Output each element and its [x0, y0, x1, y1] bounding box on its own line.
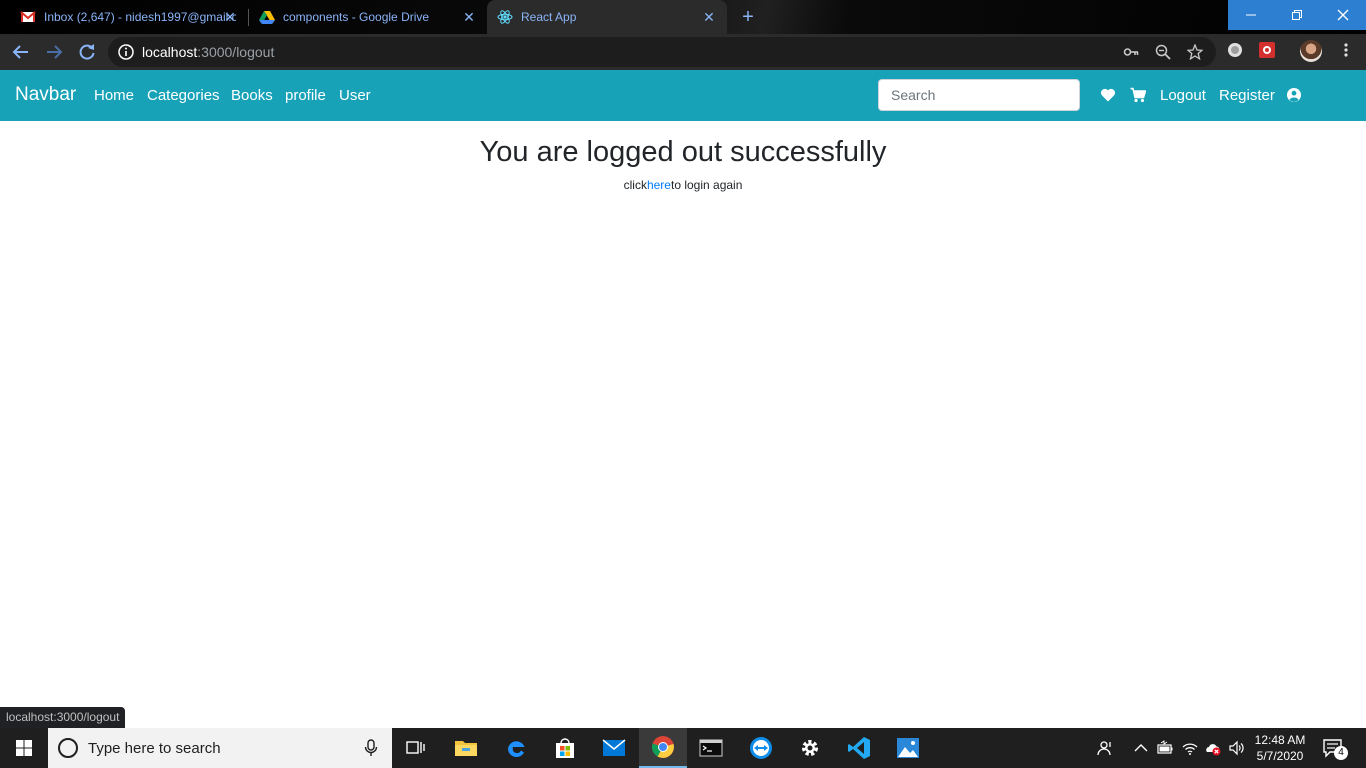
zoom-out-icon[interactable] [1155, 44, 1171, 60]
chevron-up-icon[interactable] [1133, 740, 1149, 756]
taskbar-clock[interactable]: 12:48 AM 5/7/2020 [1252, 732, 1308, 764]
extension-red-icon[interactable] [1259, 42, 1275, 58]
url-path: :3000/logout [197, 44, 275, 60]
extension-icon[interactable] [1227, 42, 1243, 58]
cart-icon[interactable] [1130, 87, 1146, 103]
taskbar-search-placeholder: Type here to search [88, 740, 221, 757]
minimize-icon [1246, 14, 1256, 16]
windows-logo-icon [16, 740, 32, 756]
action-center-button[interactable]: 4 [1322, 738, 1348, 760]
nav-link-profile[interactable]: profile [285, 87, 326, 104]
browser-menu-icon[interactable] [1338, 42, 1354, 58]
taskbar-search-box[interactable]: Type here to search [48, 728, 392, 768]
volume-icon[interactable] [1229, 740, 1245, 756]
taskbar-app-file-explorer[interactable] [442, 728, 490, 768]
restore-icon [1292, 10, 1302, 20]
tab-gmail[interactable]: Inbox (2,647) - nidesh1997@gmail.com - G… [0, 0, 248, 34]
close-tab-icon[interactable]: ✕ [222, 9, 238, 25]
battery-icon[interactable] [1157, 740, 1173, 756]
people-icon[interactable] [1097, 740, 1113, 756]
back-arrow-icon[interactable] [11, 42, 31, 62]
navbar-brand[interactable]: Navbar [15, 84, 76, 106]
close-window-button[interactable] [1320, 0, 1366, 30]
close-tab-icon[interactable]: ✕ [461, 9, 477, 25]
edge-icon [508, 741, 525, 758]
login-suffix: to login again [670, 178, 743, 192]
link-status-bubble: localhost:3000/logout [0, 707, 126, 728]
cortana-icon [58, 738, 78, 758]
taskbar-app-store[interactable] [541, 728, 589, 768]
browser-toolbar: localhost:3000/logout [0, 34, 1366, 70]
taskbar-app-chrome[interactable] [639, 728, 687, 768]
taskbar-app-mail[interactable] [590, 728, 638, 768]
gmail-icon [20, 11, 36, 22]
taskbar-app-teamviewer[interactable] [737, 728, 785, 768]
taskbar-app-vscode[interactable] [835, 728, 883, 768]
taskbar-app-photos[interactable] [884, 728, 932, 768]
file-explorer-icon [455, 741, 477, 756]
heart-icon[interactable] [1100, 87, 1116, 103]
nav-link-books[interactable]: Books [231, 87, 273, 104]
login-prefix: click [623, 178, 647, 192]
reload-icon[interactable] [77, 42, 97, 62]
windows-taskbar: Type here to search 12:48 AM 5/7/2020 4 [0, 728, 1366, 768]
forward-arrow-icon[interactable] [44, 42, 64, 62]
close-icon [1337, 9, 1349, 21]
settings-icon [802, 740, 818, 756]
taskbar-app-edge[interactable] [492, 728, 540, 768]
app-navbar: Navbar Home Categories Books profile Use… [0, 70, 1366, 121]
taskbar-app-terminal[interactable] [687, 728, 735, 768]
chrome-icon [651, 736, 674, 758]
new-tab-button[interactable]: + [738, 6, 758, 28]
url-text: localhost:3000/logout [142, 44, 274, 60]
browser-tab-strip: Inbox (2,647) - nidesh1997@gmail.com - G… [0, 0, 1366, 34]
info-icon[interactable] [118, 44, 134, 60]
onedrive-error-icon[interactable] [1205, 740, 1221, 756]
login-here-link[interactable]: here [647, 178, 671, 192]
clock-time: 12:48 AM [1254, 733, 1306, 747]
nav-link-logout[interactable]: Logout [1160, 87, 1206, 104]
mail-icon [602, 739, 626, 756]
url-host: localhost [142, 44, 198, 60]
store-icon [556, 738, 574, 758]
tab-title: React App [521, 10, 577, 24]
task-view-button[interactable] [392, 728, 440, 768]
close-tab-icon[interactable]: ✕ [701, 9, 717, 25]
nav-link-categories[interactable]: Categories [147, 87, 220, 104]
teamviewer-icon [750, 737, 772, 759]
login-again-line: clickhereto login again [0, 178, 1366, 192]
page-heading: You are logged out successfully [479, 136, 887, 168]
profile-avatar[interactable] [1300, 40, 1322, 62]
nav-link-home[interactable]: Home [94, 87, 134, 104]
vscode-icon [848, 737, 870, 759]
clock-date: 5/7/2020 [1256, 749, 1304, 763]
task-view-icon [406, 741, 425, 754]
tab-react-app[interactable]: React App ✕ [487, 0, 727, 34]
minimize-button[interactable] [1228, 0, 1274, 30]
nav-link-user[interactable]: User [339, 87, 371, 104]
start-button[interactable] [0, 728, 48, 768]
photos-icon [897, 738, 919, 758]
bookmark-star-icon[interactable] [1187, 44, 1203, 60]
react-icon [497, 10, 513, 24]
tab-title: Inbox (2,647) - nidesh1997@gmail.com - G… [44, 10, 236, 24]
user-circle-icon[interactable] [1286, 87, 1302, 103]
key-icon[interactable] [1123, 44, 1139, 60]
restore-button[interactable] [1274, 0, 1320, 30]
microphone-icon[interactable] [364, 739, 378, 757]
taskbar-app-settings[interactable] [786, 728, 834, 768]
address-bar[interactable]: localhost:3000/logout [108, 37, 1216, 67]
tab-title: components - Google Drive [283, 10, 430, 24]
google-drive-icon [259, 11, 275, 24]
search-input[interactable] [878, 79, 1080, 111]
wifi-icon[interactable] [1182, 740, 1198, 756]
nav-link-register[interactable]: Register [1219, 87, 1275, 104]
notification-count-badge: 4 [1334, 746, 1348, 760]
tab-google-drive[interactable]: components - Google Drive ✕ [239, 0, 487, 34]
terminal-icon [699, 739, 723, 757]
